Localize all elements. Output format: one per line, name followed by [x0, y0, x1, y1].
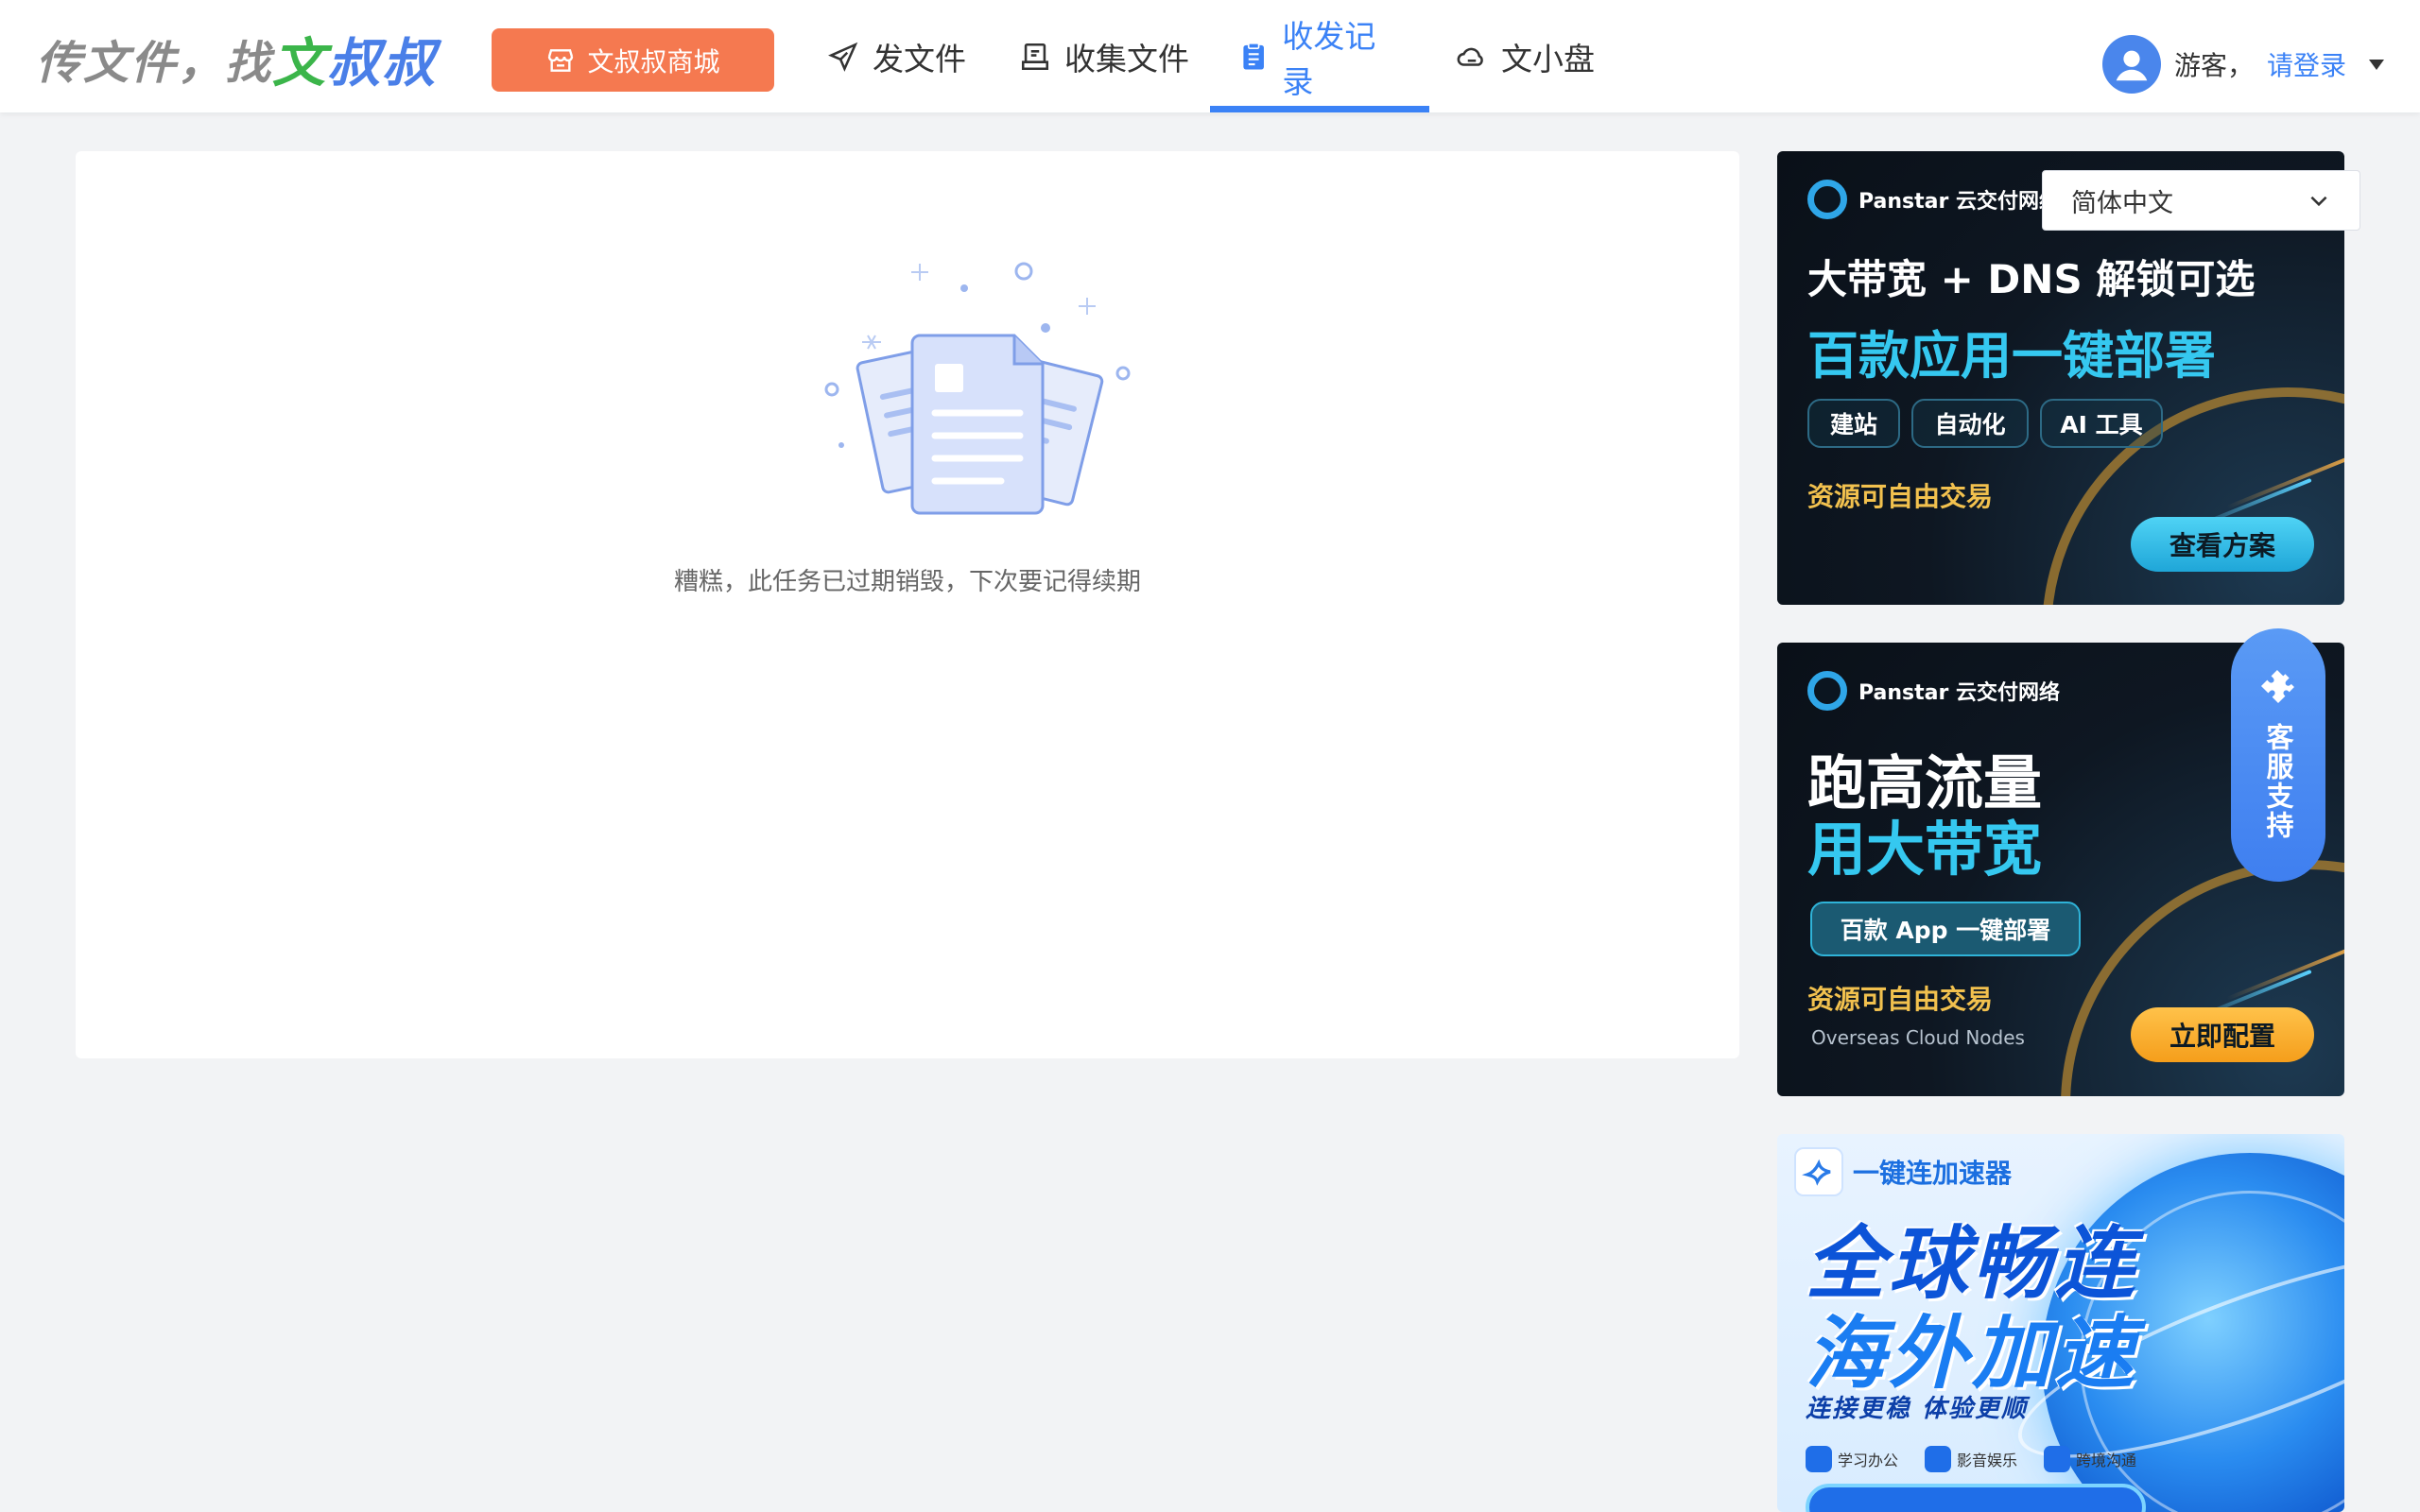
study-office-icon	[1806, 1446, 1832, 1472]
store-icon	[548, 48, 574, 72]
ad-subheadline: 海外加速	[1806, 1307, 2139, 1400]
nav-label: 文小盘	[1501, 40, 1595, 77]
nav-transfer-records[interactable]: 收发记录	[1210, 0, 1429, 112]
ad-cta-button[interactable]	[1806, 1484, 2146, 1512]
language-selected-value: 简体中文	[2071, 188, 2173, 218]
nav-label: 收集文件	[1064, 40, 1189, 77]
support-puzzle-icon	[2260, 670, 2294, 704]
empty-state-message: 糟糕，此任务已过期销毁，下次要记得续期	[673, 568, 1141, 596]
media-entertainment-icon	[1925, 1446, 1952, 1472]
ad-english-text: Overseas Cloud Nodes	[1811, 1026, 2025, 1049]
ad-subheadline: 用大带宽	[1807, 815, 2043, 884]
ad-gold-text: 资源可自由交易	[1807, 984, 1994, 1015]
nav-send-file[interactable]: 发文件	[799, 0, 994, 112]
ad-brand: Panstar 云交付网络	[1807, 180, 2060, 219]
feature-item: 学习办公	[1806, 1446, 1898, 1472]
site-logo[interactable]: 传文件，找 文 叔叔	[36, 28, 437, 94]
ad-tag: AI 工具	[2040, 399, 2163, 448]
ad-feature-list: 学习办公 影音娱乐 跨境沟通	[1806, 1446, 2136, 1472]
accelerator-logo-icon	[1794, 1147, 1843, 1196]
cloud-drive-icon	[1457, 47, 1483, 66]
customer-support-button[interactable]: 客服支持	[2231, 628, 2325, 882]
nav-label: 发文件	[873, 40, 966, 77]
main-content-card: 糟糕，此任务已过期销毁，下次要记得续期	[76, 151, 1739, 1058]
avatar[interactable]	[2101, 35, 2161, 94]
logo-slogan: 传文件，找	[36, 37, 273, 90]
nav-collect-files[interactable]: 收集文件	[991, 0, 1218, 112]
ad-tag: 建站	[1807, 399, 1900, 448]
user-icon	[2116, 50, 2148, 81]
ad-banner-accelerator[interactable]: 一键连加速器 全球畅连 海外加速 连接更稳 体验更顺 学习办公 影音娱乐 跨境沟…	[1777, 1134, 2344, 1512]
nav-label: 收发记录	[1282, 17, 1376, 100]
login-link[interactable]: 请登录	[2267, 45, 2346, 83]
guest-label: 游客，	[2173, 50, 2254, 81]
ad-headline: 大带宽 + DNS 解锁可选	[1807, 256, 2256, 302]
mall-button[interactable]: 文叔叔商城	[492, 28, 774, 92]
ad-slogan: 连接更稳 体验更顺	[1806, 1395, 2029, 1423]
ad-gold-text: 资源可自由交易	[1807, 481, 1994, 512]
ad-brand: Panstar 云交付网络	[1807, 671, 2060, 711]
panstar-logo-icon	[1807, 180, 1847, 219]
ad-subheadline: 百款应用一键部署	[1807, 326, 2216, 386]
support-label: 客服支持	[2262, 723, 2294, 840]
paper-plane-icon	[828, 42, 858, 72]
ad-tag: 百款 App 一键部署	[1810, 902, 2081, 956]
feature-item: 影音娱乐	[1925, 1446, 2017, 1472]
ad-brand: 一键连加速器	[1794, 1147, 2012, 1196]
chat-icon	[2044, 1446, 2071, 1472]
empty-documents-illustration	[824, 262, 1131, 515]
ad-cta-button[interactable]: 立即配置	[2131, 1007, 2314, 1062]
nav-cloud-disk[interactable]: 文小盘	[1427, 0, 1623, 112]
caret-down-icon[interactable]	[2369, 59, 2384, 70]
ad-tag: 自动化	[1911, 399, 2029, 448]
logo-brand-blue: 叔叔	[327, 32, 438, 94]
chevron-down-icon	[2310, 196, 2327, 207]
user-menu[interactable]: 游客， 请登录	[2101, 34, 2384, 94]
language-select[interactable]: 简体中文	[2042, 170, 2360, 231]
inbox-tray-icon	[1021, 43, 1049, 70]
panstar-logo-icon	[1807, 671, 1847, 711]
top-header: 传文件，找 文 叔叔 文叔叔商城 发文件 收集文件 收发记录 文小盘 游客， 请…	[0, 0, 2420, 112]
feature-item: 跨境沟通	[2044, 1446, 2136, 1472]
clipboard-icon	[1243, 42, 1264, 69]
logo-brand-green: 文	[272, 32, 328, 94]
mall-button-label: 文叔叔商城	[587, 45, 720, 77]
ad-cta-button[interactable]: 查看方案	[2131, 517, 2314, 572]
